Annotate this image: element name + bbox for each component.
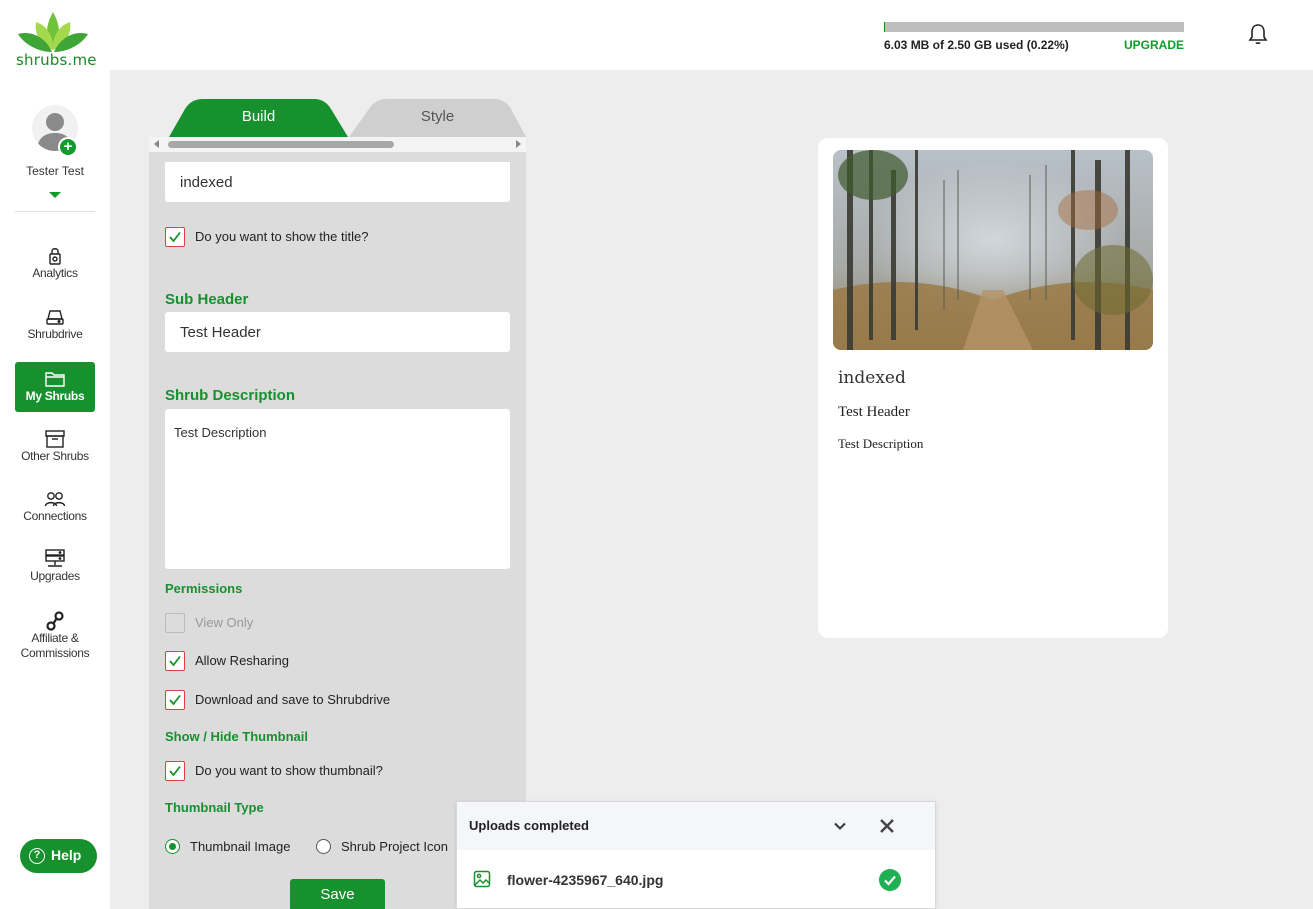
help-button[interactable]: ? Help [20, 839, 97, 873]
shrub-project-icon-radio[interactable] [316, 839, 331, 854]
view-only-label: View Only [195, 615, 254, 630]
sub-header-label: Sub Header [165, 291, 249, 308]
description-label: Shrub Description [165, 387, 296, 404]
check-icon [169, 231, 181, 243]
check-icon [169, 655, 181, 667]
close-icon[interactable] [878, 817, 896, 835]
scroll-right-arrow-icon[interactable] [516, 140, 521, 148]
sidebar-item-upgrades[interactable]: Upgrades [15, 549, 95, 587]
checkbox-box[interactable] [165, 651, 185, 671]
sidebar-item-connections[interactable]: Connections [15, 489, 95, 527]
top-bar: shrubs.me 6.03 MB of 2.50 GB used (0.22%… [0, 0, 1313, 70]
checkbox-box[interactable] [165, 227, 185, 247]
server-icon [45, 549, 65, 567]
logo-leaves-icon [18, 12, 88, 52]
sidebar-item-shrubdrive[interactable]: Shrubdrive [15, 307, 95, 345]
analytics-lock-icon [49, 248, 61, 265]
sidebar-item-label: Analytics [32, 266, 78, 280]
scroll-left-arrow-icon[interactable] [154, 140, 159, 148]
check-icon [169, 694, 181, 706]
thumbnail-image [833, 150, 1153, 350]
sidebar-item-analytics[interactable]: Analytics [15, 246, 95, 284]
show-thumbnail-label: Do you want to show thumbnail? [195, 763, 383, 778]
sidebar-item-label: My Shrubs [25, 389, 85, 403]
sidebar-item-label: Upgrades [30, 569, 80, 583]
preview-title: indexed [838, 368, 906, 388]
sidebar-item-affiliate-commissions[interactable]: Affiliate & Commissions [15, 611, 95, 663]
sidebar-item-other-shrubs[interactable]: Other Shrubs [15, 429, 95, 467]
shrub-project-icon-label: Shrub Project Icon [341, 839, 448, 854]
sidebar-item-label: Other Shrubs [21, 449, 89, 463]
sidebar-item-label: Affiliate & [31, 631, 79, 645]
allow-resharing-label: Allow Resharing [195, 653, 289, 668]
download-save-label: Download and save to Shrubdrive [195, 692, 391, 707]
storage-usage-text: 6.03 MB of 2.50 GB used (0.22%) [884, 38, 1069, 52]
thumbnail-type-label: Thumbnail Type [165, 800, 264, 815]
sidebar-item-label-line2: Commissions [20, 646, 90, 660]
sidebar-item-label: Connections [23, 509, 87, 523]
image-file-icon [473, 870, 491, 888]
thumbnail-image-label: Thumbnail Image [190, 839, 291, 854]
horizontal-scrollbar[interactable] [149, 137, 526, 152]
upload-file-name: flower-4235967_640.jpg [507, 872, 664, 888]
preview-sub-header: Test Header [838, 404, 910, 420]
sidebar-item-my-shrubs[interactable]: My Shrubs [15, 362, 95, 412]
storage-progress-fill [884, 22, 886, 32]
tab-style[interactable]: Style [349, 99, 526, 137]
show-title-label: Do you want to show the title? [195, 229, 369, 244]
tab-build[interactable]: Build [169, 99, 348, 137]
shrub-editor-panel: Build Style Do you want to show the titl… [149, 99, 526, 909]
sidebar-divider [15, 211, 95, 212]
thumbnail-section-label: Show / Hide Thumbnail [165, 729, 308, 744]
tab-style-label: Style [420, 108, 455, 125]
check-icon [169, 765, 181, 777]
link-icon [46, 611, 64, 631]
scrollbar-thumb[interactable] [168, 141, 394, 148]
checkbox-box[interactable] [165, 613, 185, 633]
uploads-panel: Uploads completed flower-4235967_640.jpg [456, 801, 936, 909]
user-menu-caret-icon[interactable] [49, 192, 61, 198]
upload-file-row: flower-4235967_640.jpg [457, 860, 935, 900]
build-form: Do you want to show the title? Sub Heade… [149, 152, 526, 909]
thumbnail-image-radio[interactable] [165, 839, 180, 854]
storage-progress-bar [884, 22, 1184, 32]
title-input[interactable] [165, 162, 510, 202]
drive-icon [46, 310, 64, 325]
sidebar-item-label: Shrubdrive [27, 327, 83, 341]
upload-complete-check-icon [879, 869, 901, 891]
logo-text: shrubs.me [16, 51, 97, 69]
checkbox-box[interactable] [165, 761, 185, 781]
user-name: Tester Test [26, 164, 84, 178]
notification-bell-icon[interactable] [1246, 22, 1270, 46]
help-label: Help [51, 847, 82, 863]
collapse-chevron-icon[interactable] [832, 818, 848, 834]
checkbox-box[interactable] [165, 690, 185, 710]
storage-meter: 6.03 MB of 2.50 GB used (0.22%) UPGRADE [884, 22, 1184, 52]
preview-description: Test Description [838, 436, 924, 451]
uploads-title: Uploads completed [469, 818, 589, 833]
sidebar: + Tester Test Analytics Shrubdrive My Sh… [0, 70, 110, 909]
permissions-label: Permissions [165, 581, 243, 596]
description-textarea[interactable]: Test Description [165, 409, 510, 569]
upgrade-link[interactable]: UPGRADE [1124, 38, 1184, 52]
people-icon [44, 492, 66, 507]
sub-header-input[interactable] [165, 312, 510, 352]
folder-icon [45, 372, 65, 387]
tab-build-label: Build [241, 108, 276, 125]
logo[interactable]: shrubs.me [14, 10, 97, 69]
uploads-header: Uploads completed [457, 802, 935, 850]
shrub-preview-card: indexed Test Header Test Description [818, 138, 1168, 638]
save-button[interactable]: Save [290, 879, 385, 909]
misty-forest-image [833, 150, 1153, 350]
archive-box-icon [45, 430, 65, 448]
help-question-icon: ? [29, 848, 45, 864]
add-avatar-button[interactable]: + [58, 137, 78, 157]
